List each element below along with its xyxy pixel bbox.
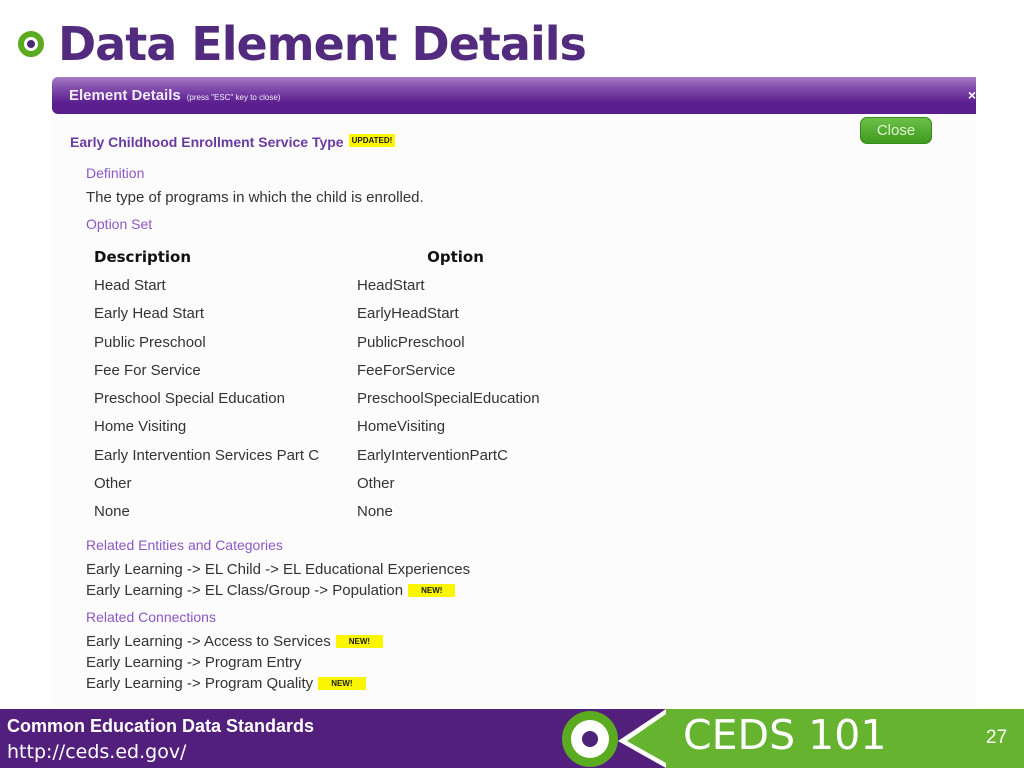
table-row: Public Preschool PublicPreschool [86,328,554,356]
option-cell: EarlyInterventionPartC [357,446,508,464]
new-badge: NEW! [318,677,366,690]
column-header-option: Option [427,248,484,267]
option-cell: HeadStart [357,276,425,294]
option-cell: HomeVisiting [357,418,446,436]
ceds-logo-icon [562,711,618,767]
description-cell: Head Start [94,276,166,294]
slide-title-text: Data Element Details [58,17,587,71]
updated-badge: UPDATED! [348,134,396,147]
related-connection-text: Early Learning -> Program Quality [86,675,314,692]
dialog-title: Element Details [69,87,181,104]
dialog-header: Element Details (press "ESC" key to clos… [52,77,976,114]
table-row: Early Intervention Services Part C Early… [86,441,554,469]
footer-url: http://ceds.ed.gov/ [7,741,187,763]
description-cell: Preschool Special Education [94,390,285,408]
table-row: Other Other [86,469,554,497]
related-entities-label: Related Entities and Categories [86,537,283,553]
related-connection-item: Early Learning -> Program Quality NEW! [86,675,366,692]
table-row: Head Start HeadStart [86,271,554,299]
related-connection-text: Early Learning -> Program Entry [86,654,302,671]
column-header-description: Description [94,248,192,267]
definition-text: The type of programs in which the child … [86,189,424,206]
related-entity-text: Early Learning -> EL Class/Group -> Popu… [86,582,404,599]
table-row: Home Visiting HomeVisiting [86,413,554,441]
option-cell: FeeForService [357,361,456,379]
page-number: 27 [986,727,1008,748]
new-badge: NEW! [335,635,384,648]
description-cell: Early Intervention Services Part C [94,446,320,464]
related-entity-text: Early Learning -> EL Child -> EL Educati… [86,561,471,578]
table-row: None None [86,498,554,526]
definition-label: Definition [86,165,145,181]
slide-title: Data Element Details [18,14,587,74]
chevron-left-icon [618,709,666,768]
option-cell: PublicPreschool [357,333,465,351]
table-row: Preschool Special Education PreschoolSpe… [86,384,554,412]
option-cell: EarlyHeadStart [357,305,459,323]
option-cell: PreschoolSpecialEducation [357,390,540,408]
description-cell: Public Preschool [94,333,206,351]
option-cell: None [357,503,393,521]
related-connections-label: Related Connections [86,609,216,625]
related-entity-item: Early Learning -> EL Class/Group -> Popu… [86,582,456,599]
table-row: Early Head Start EarlyHeadStart [86,300,554,328]
target-bullet-icon [18,31,44,57]
logo-ring-core [582,731,598,747]
table-row: Fee For Service FeeForService [86,356,554,384]
related-connection-item: Early Learning -> Access to Services NEW… [86,633,384,650]
element-details-dialog: Element Details (press "ESC" key to clos… [52,77,976,707]
related-entity-item: Early Learning -> EL Child -> EL Educati… [86,561,470,578]
dialog-hint: (press "ESC" key to close) [186,92,281,102]
new-badge: NEW! [408,584,456,597]
option-set-table: Description Option Head Start HeadStart … [86,243,554,526]
related-connection-text: Early Learning -> Access to Services [86,633,331,650]
element-name-heading: Early Childhood Enrollment Service Type … [70,134,396,150]
option-set-label: Option Set [86,216,153,232]
description-cell: Early Head Start [94,305,205,323]
footer-course-title: CEDS 101 [683,711,887,759]
close-button[interactable]: Close [860,117,932,144]
close-x-icon[interactable]: × [968,87,976,103]
element-name: Early Childhood Enrollment Service Type [70,134,344,150]
option-cell: Other [357,475,395,493]
related-connection-item: Early Learning -> Program Entry [86,654,302,671]
description-cell: Fee For Service [94,361,201,379]
description-cell: Other [94,475,132,493]
footer-org-name: Common Education Data Standards [7,716,315,736]
table-header-row: Description Option [86,243,554,271]
slide-footer: Common Education Data Standards http://c… [0,709,1024,768]
description-cell: Home Visiting [94,418,187,436]
description-cell: None [94,503,130,521]
logo-ring-inner [571,720,609,758]
